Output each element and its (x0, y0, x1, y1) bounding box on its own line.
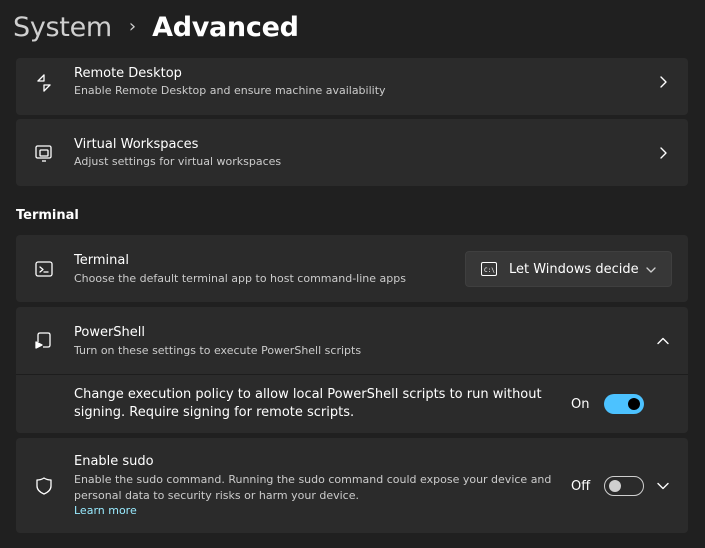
page-title: Advanced (152, 11, 299, 43)
chevron-up-icon[interactable] (656, 334, 670, 348)
execution-policy-toggle[interactable] (604, 394, 644, 414)
toggle-knob (609, 480, 621, 492)
breadcrumb: System › Advanced (13, 6, 299, 48)
remote-desktop-description: Enable Remote Desktop and ensure machine… (74, 84, 386, 97)
execution-policy-line1: Change execution policy to allow local P… (74, 387, 542, 402)
powershell-icon (34, 331, 54, 351)
enable-sudo-description-line1: Enable the sudo command. Running the sud… (74, 473, 552, 486)
enable-sudo-toggle[interactable] (604, 476, 644, 496)
shield-icon (34, 476, 54, 496)
virtual-workspaces-description: Adjust settings for virtual workspaces (74, 155, 282, 168)
chevron-right-icon (656, 146, 670, 160)
enable-sudo-state-label: Off (571, 479, 591, 494)
execution-policy-row: Change execution policy to allow local P… (16, 375, 688, 433)
powershell-description: Turn on these settings to execute PowerS… (74, 344, 362, 357)
command-prompt-icon: C:\ (481, 262, 497, 276)
breadcrumb-system[interactable]: System (13, 12, 112, 43)
default-terminal-dropdown[interactable]: C:\ Let Windows decide (465, 251, 672, 287)
remote-desktop-title: Remote Desktop (74, 66, 182, 81)
default-terminal-value: Let Windows decide (509, 261, 639, 277)
execution-policy-state-label: On (571, 397, 590, 412)
breadcrumb-separator: › (128, 15, 137, 37)
virtual-workspaces-card[interactable]: Virtual Workspaces Adjust settings for v… (16, 119, 688, 186)
svg-text:C:\: C:\ (484, 267, 495, 274)
enable-sudo-title: Enable sudo (74, 454, 154, 469)
learn-more-link[interactable]: Learn more (74, 504, 137, 517)
powershell-expander: PowerShell Turn on these settings to exe… (16, 307, 688, 433)
chevron-down-icon[interactable] (656, 479, 670, 493)
powershell-title: PowerShell (74, 325, 146, 340)
remote-desktop-icon (34, 73, 54, 93)
virtual-workspaces-title: Virtual Workspaces (74, 137, 199, 152)
terminal-card: Terminal Choose the default terminal app… (16, 235, 688, 302)
toggle-knob (628, 398, 640, 410)
section-title-terminal: Terminal (16, 208, 79, 223)
terminal-title: Terminal (74, 253, 129, 268)
chevron-down-icon (645, 264, 657, 276)
powershell-header[interactable]: PowerShell Turn on these settings to exe… (16, 307, 688, 374)
terminal-icon (34, 259, 54, 279)
enable-sudo-description-line2: personal data to security risks or harm … (74, 489, 359, 502)
settings-page: System › Advanced Remote Desktop Enable … (0, 0, 705, 548)
remote-desktop-card[interactable]: Remote Desktop Enable Remote Desktop and… (16, 58, 688, 115)
virtual-workspaces-icon (34, 143, 54, 163)
enable-sudo-card: Enable sudo Enable the sudo command. Run… (16, 438, 688, 533)
chevron-right-icon (656, 75, 670, 89)
terminal-description: Choose the default terminal app to host … (74, 272, 406, 285)
execution-policy-line2: signing. Require signing for remote scri… (74, 405, 355, 420)
